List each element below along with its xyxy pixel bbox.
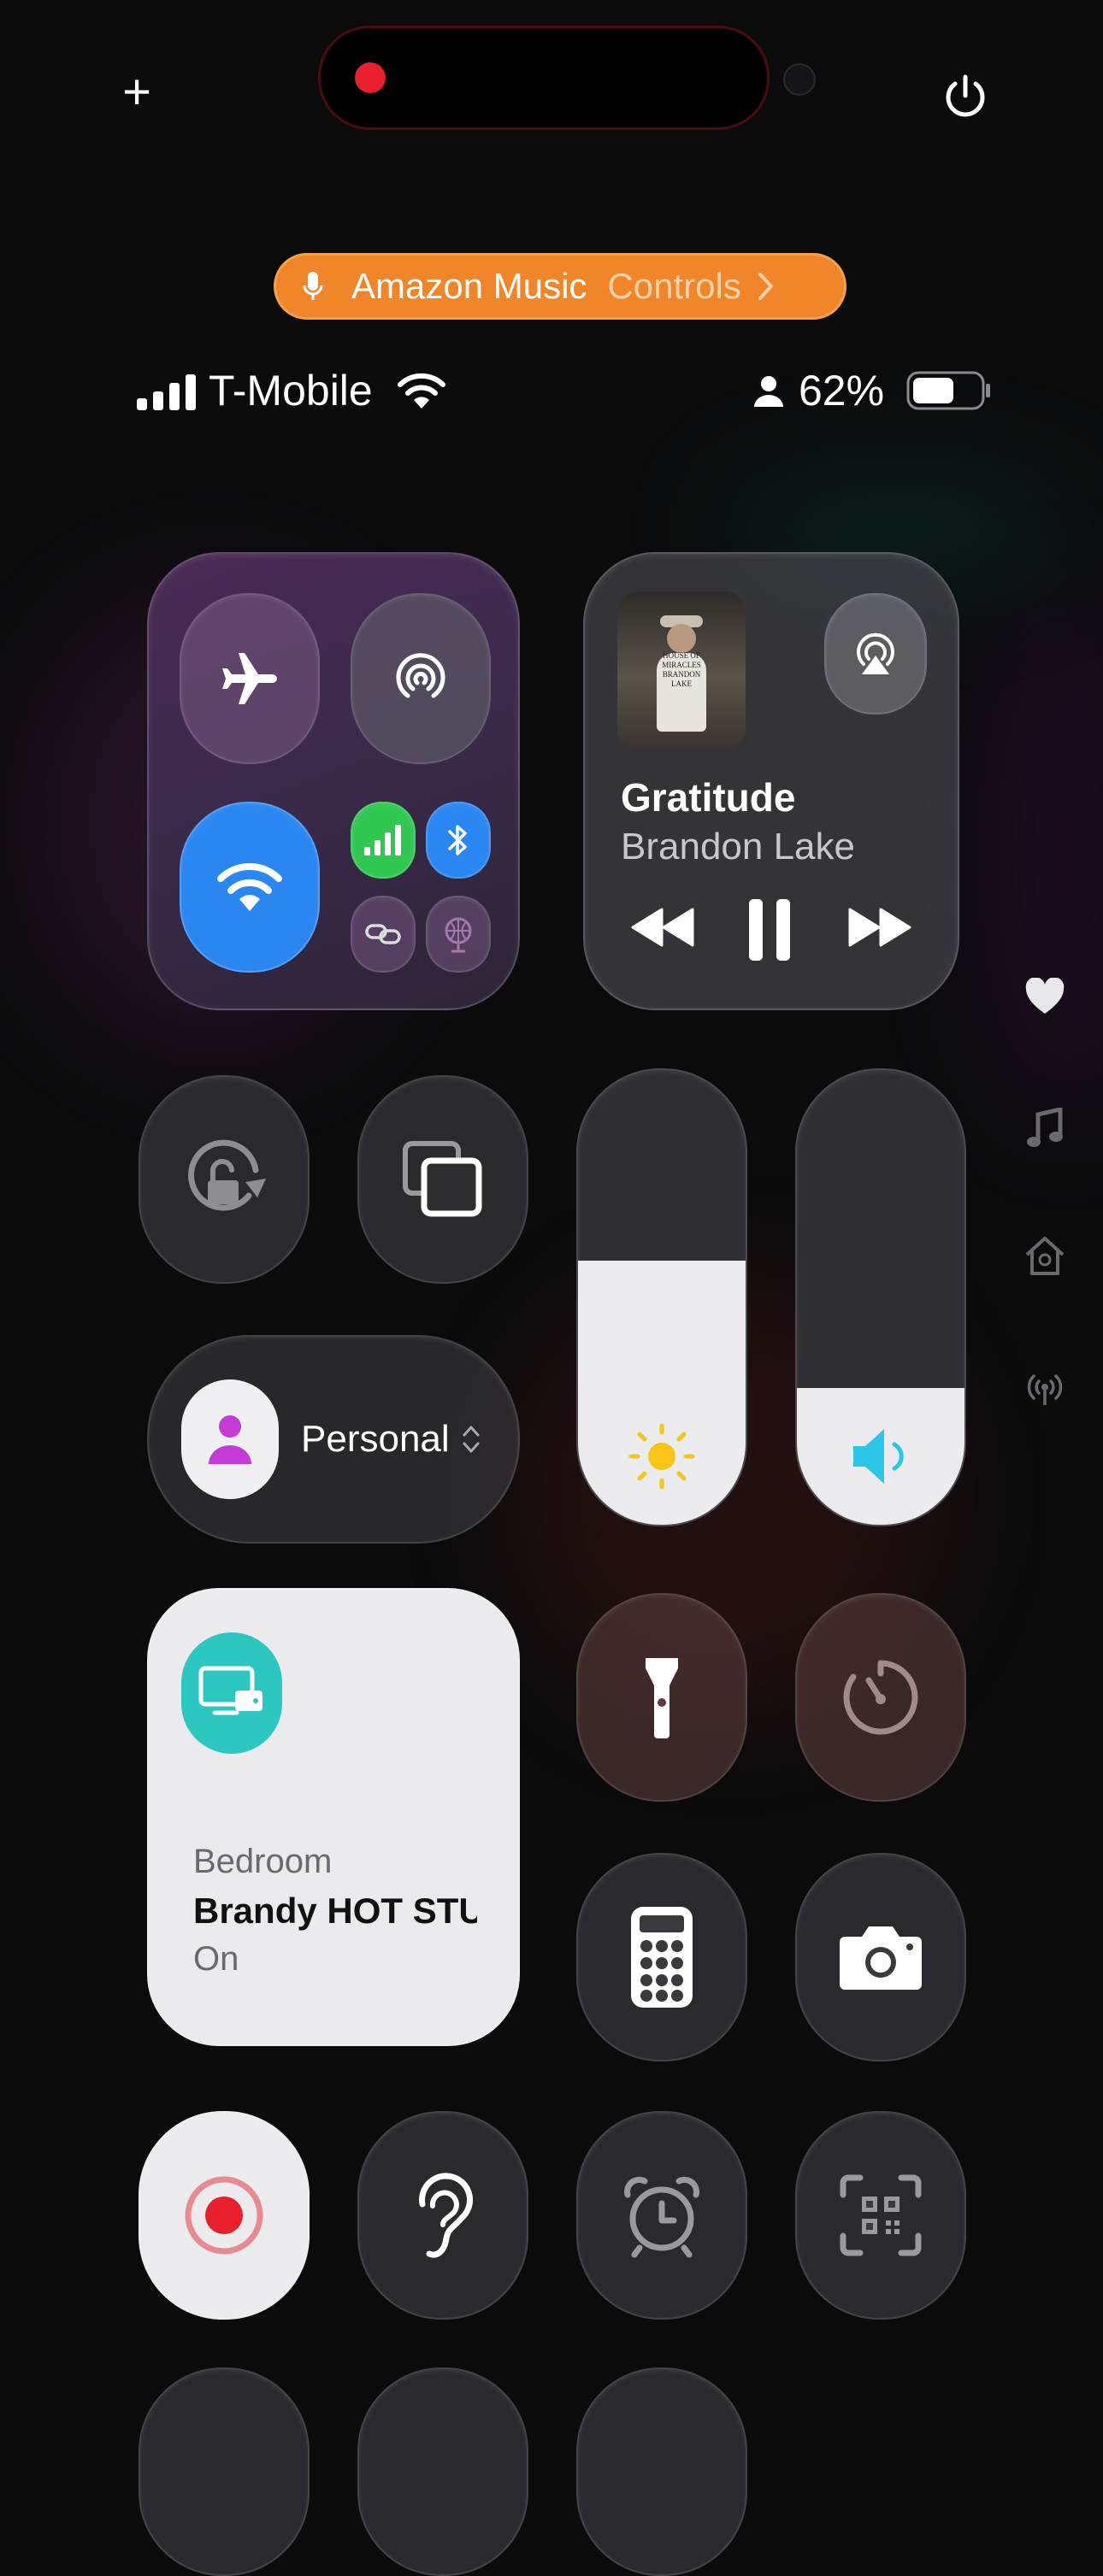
chevron-updown-icon	[463, 1426, 480, 1453]
battery-percent: 62%	[799, 367, 885, 415]
airplane-icon	[222, 653, 277, 704]
control-row-partial-1[interactable]	[139, 2367, 310, 2576]
alarm-button[interactable]	[576, 2111, 747, 2320]
microphone-icon	[303, 272, 323, 300]
flashlight-button[interactable]	[576, 1593, 747, 1802]
qr-code-icon	[840, 2174, 922, 2256]
hearing-button[interactable]	[357, 2111, 528, 2320]
volume-slider[interactable]	[795, 1068, 966, 1526]
tv-accessory-icon-badge	[181, 1632, 282, 1754]
camera-icon	[840, 1926, 922, 1990]
calculator-button[interactable]	[576, 1853, 747, 2061]
control-row-partial-3[interactable]	[576, 2367, 747, 2576]
rewind-icon	[631, 908, 694, 947]
screen-recording-button[interactable]	[139, 2111, 310, 2320]
power-icon	[946, 74, 985, 117]
airdrop-icon	[396, 653, 445, 698]
timer-icon	[843, 1660, 918, 1735]
accessory-state: On	[193, 1940, 239, 1978]
speaker-icon	[853, 1429, 904, 1484]
fast-forward-icon	[848, 908, 911, 947]
screen-mirroring-button[interactable]	[357, 1075, 528, 1284]
status-bar: T-Mobile 62%	[137, 359, 992, 422]
music-note-icon[interactable]	[1026, 1108, 1064, 1150]
add-button[interactable]: +	[109, 65, 164, 120]
focus-label: Personal	[301, 1418, 450, 1460]
cellular-data-button[interactable]	[351, 802, 416, 879]
control-row-partial-2[interactable]	[357, 2367, 528, 2576]
qr-scanner-button[interactable]	[795, 2111, 966, 2320]
focus-button[interactable]: Personal	[147, 1335, 520, 1544]
flashlight-icon	[646, 1658, 678, 1738]
accessory-room: Bedroom	[193, 1843, 333, 1880]
cellular-bars-icon	[364, 825, 401, 856]
album-artwork: HOUSE OF MIRACLES BRANDON LAKE	[617, 591, 746, 749]
track-title: Gratitude	[621, 775, 796, 820]
personal-hotspot-button[interactable]	[351, 896, 416, 973]
focus-avatar	[181, 1379, 279, 1499]
link-icon	[365, 924, 401, 944]
plus-icon: +	[122, 64, 151, 120]
wifi-button[interactable]	[180, 802, 320, 973]
camera-dot	[783, 63, 816, 96]
rewind-button[interactable]	[631, 906, 694, 949]
timer-button[interactable]	[795, 1593, 966, 1802]
wifi-status-icon	[398, 373, 445, 409]
recording-dot	[355, 62, 386, 93]
bluetooth-icon	[448, 825, 467, 856]
airdrop-button[interactable]	[351, 593, 491, 764]
amazon-music-banner[interactable]: Amazon Music Controls	[274, 253, 846, 320]
pause-icon	[749, 899, 790, 961]
airplay-button[interactable]	[824, 593, 927, 715]
connectivity-tile	[147, 552, 520, 1010]
artwork-caption: HOUSE OF MIRACLES BRANDON LAKE	[662, 651, 701, 688]
banner-controls-label: Controls	[607, 266, 741, 306]
battery-icon	[906, 371, 990, 410]
record-icon	[185, 2176, 263, 2255]
chevron-right-icon	[758, 273, 773, 300]
carrier-name: T-Mobile	[209, 367, 373, 415]
wifi-icon	[217, 862, 282, 911]
accessory-name: Brandy HOT STUFF	[193, 1891, 477, 1931]
page-indicator-column	[1019, 978, 1071, 1422]
pause-button[interactable]	[746, 896, 793, 964]
globe-icon	[445, 917, 472, 953]
person-focus-icon	[209, 1415, 251, 1464]
rotation-lock-icon	[188, 1139, 266, 1211]
ear-icon	[419, 2173, 473, 2258]
orientation-lock-button[interactable]	[139, 1075, 310, 1284]
now-playing-tile[interactable]: HOUSE OF MIRACLES BRANDON LAKE Gratitude…	[583, 552, 959, 1010]
banner-app-name: Amazon Music	[351, 266, 587, 306]
antenna-icon[interactable]	[1023, 1369, 1066, 1407]
bluetooth-button[interactable]	[426, 802, 491, 879]
screen-mirroring-icon	[403, 1141, 482, 1217]
airplane-mode-button[interactable]	[180, 593, 320, 764]
power-button[interactable]	[941, 72, 990, 121]
home-icon[interactable]	[1023, 1234, 1066, 1277]
camera-button[interactable]	[795, 1853, 966, 2061]
tv-icon	[198, 1666, 262, 1715]
dynamic-island	[318, 26, 770, 130]
track-artist: Brandon Lake	[621, 826, 855, 867]
airplay-icon	[857, 632, 894, 674]
home-accessory-tile[interactable]: Bedroom Brandy HOT STUFF On	[147, 1588, 520, 2046]
satellite-button[interactable]	[426, 896, 491, 973]
brightness-slider[interactable]	[576, 1068, 747, 1526]
sun-icon	[628, 1423, 695, 1490]
heart-icon[interactable]	[1024, 978, 1065, 1015]
cellular-signal-icon	[137, 374, 196, 410]
calculator-icon	[631, 1907, 693, 2008]
alarm-clock-icon	[624, 2176, 699, 2258]
fast-forward-button[interactable]	[848, 906, 911, 949]
person-icon	[754, 376, 783, 407]
